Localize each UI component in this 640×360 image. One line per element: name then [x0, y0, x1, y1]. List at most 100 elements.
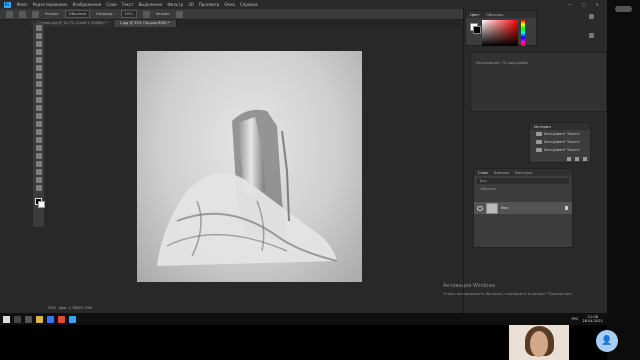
hue-slider[interactable]: [521, 20, 525, 46]
search-icon[interactable]: [14, 315, 21, 323]
mode-select[interactable]: Обычные: [64, 10, 91, 18]
menu-item-image[interactable]: Изображение: [70, 2, 104, 7]
resolution-text: Разрешение: 72 пикс/дюйм: [476, 61, 528, 65]
brush-tool-icon[interactable]: [6, 10, 13, 18]
move-tool-icon[interactable]: [35, 25, 42, 31]
lock-icon[interactable]: [565, 206, 568, 210]
call-control-icon[interactable]: [615, 6, 632, 12]
language-indicator[interactable]: РУС: [572, 317, 579, 321]
opacity-field[interactable]: 10%: [120, 10, 137, 18]
taskbar: РУС 21:08 28.04.2021: [0, 313, 607, 325]
layer-row[interactable]: Фон: [474, 202, 572, 214]
healing-tool-icon[interactable]: [35, 73, 42, 79]
tab-swatches[interactable]: Образцы: [486, 12, 504, 17]
history-brush-tool-icon[interactable]: [35, 97, 42, 103]
airbrush-icon[interactable]: [175, 10, 183, 18]
menu-item-file[interactable]: Файл: [14, 2, 30, 7]
camera-icon[interactable]: [575, 157, 579, 161]
photoshop-taskbar-icon[interactable]: [69, 315, 76, 323]
tab-layers[interactable]: Слои: [478, 170, 488, 175]
gradient-tool-icon[interactable]: [35, 113, 42, 119]
new-snapshot-icon[interactable]: [567, 157, 571, 161]
menu-item-view[interactable]: Просмотр: [196, 2, 222, 7]
eraser-tool-icon[interactable]: [35, 105, 42, 111]
lasso-tool-icon[interactable]: [35, 41, 42, 47]
tools-panel: [33, 23, 44, 227]
crop-tool-icon[interactable]: [35, 57, 42, 63]
menu-item-3d[interactable]: 3D: [186, 2, 197, 7]
file-explorer-icon[interactable]: [36, 315, 43, 323]
background-color-swatch[interactable]: [38, 201, 45, 208]
type-tool-icon[interactable]: [35, 145, 42, 151]
layer-filter[interactable]: Вид: [477, 178, 569, 184]
brush-history-icon: [536, 148, 542, 152]
minimize-button[interactable]: —: [568, 2, 572, 7]
chrome-icon[interactable]: [58, 315, 65, 323]
task-view-icon[interactable]: [25, 315, 32, 323]
maximize-button[interactable]: □: [582, 2, 586, 7]
browser-icon[interactable]: [47, 315, 54, 323]
stamp-tool-icon[interactable]: [35, 89, 42, 95]
color-panel: Цвет Образцы: [465, 10, 537, 46]
menu-item-edit[interactable]: Редактирование: [30, 2, 70, 7]
color-panel-header: Цвет Образцы: [466, 11, 536, 18]
pressure-opacity-icon[interactable]: [142, 10, 150, 18]
pen-tool-icon[interactable]: [35, 137, 42, 143]
drapery-drawing-image: [157, 109, 338, 266]
dodge-tool-icon[interactable]: [35, 129, 42, 135]
shape-tool-icon[interactable]: [35, 161, 42, 167]
close-button[interactable]: ✕: [596, 2, 599, 7]
color-picker-field[interactable]: [482, 20, 518, 46]
history-item[interactable]: Инструмент "Кисть": [530, 138, 590, 146]
blur-tool-icon[interactable]: [35, 121, 42, 127]
color-bg-swatch[interactable]: [473, 26, 481, 34]
brush-history-icon: [536, 140, 542, 144]
participant-avatar[interactable]: 👤: [596, 330, 618, 352]
marquee-tool-icon[interactable]: [35, 33, 42, 39]
quick-select-tool-icon[interactable]: [35, 49, 42, 55]
more-tools-icon[interactable]: [35, 185, 42, 191]
menu-item-layers[interactable]: Слои: [104, 2, 119, 7]
clock[interactable]: 21:08 28.04.2021: [582, 315, 603, 324]
history-item[interactable]: Инструмент "Кисть": [530, 130, 590, 138]
trash-icon[interactable]: [583, 157, 587, 161]
layer-name: Фон: [501, 206, 509, 210]
brush-tool-icon-toolbar[interactable]: [35, 81, 42, 87]
zoom-tool-icon[interactable]: [35, 177, 42, 183]
windows-start-icon[interactable]: [3, 315, 10, 323]
path-select-tool-icon[interactable]: [35, 153, 42, 159]
eye-icon[interactable]: [477, 205, 483, 211]
menu-item-window[interactable]: Окно: [222, 2, 238, 7]
adjustments-icon[interactable]: [588, 33, 594, 38]
tab-paths[interactable]: Контуры: [515, 170, 532, 175]
libraries-icon[interactable]: [588, 14, 594, 19]
menu-item-select[interactable]: Выделение: [136, 2, 165, 7]
history-header: История: [530, 123, 590, 130]
document-canvas[interactable]: [137, 51, 362, 282]
brush-settings-icon[interactable]: [32, 10, 39, 18]
tab-document-2[interactable]: 2.jpg @ 33% (Эр.рир.RGB) *: [113, 20, 177, 27]
menu-item-help[interactable]: Справка: [237, 2, 260, 7]
hand-tool-icon[interactable]: [35, 169, 42, 175]
history-title[interactable]: История: [534, 124, 551, 129]
menu-bar: Ps Файл Редактирование Изображение Слои …: [0, 0, 607, 9]
brush-history-icon: [536, 132, 542, 136]
video-call-sidebar: [607, 0, 640, 360]
history-item[interactable]: Инструмент "Кисть": [530, 146, 590, 154]
document-info[interactable]: Док: 1,78М/2,79М: [59, 306, 92, 310]
menu-item-text[interactable]: Текст: [119, 2, 136, 7]
blend-mode-select[interactable]: Обычные: [477, 186, 569, 192]
system-tray: РУС 21:08 28.04.2021: [572, 315, 607, 324]
flow-label: Нажим:: [155, 12, 170, 16]
zoom-level[interactable]: 33%: [48, 306, 56, 310]
menu-item-filter[interactable]: Фильтр: [165, 2, 186, 7]
brush-preset-icon[interactable]: [19, 10, 26, 18]
window-controls: — □ ✕: [568, 2, 607, 7]
tab-channels[interactable]: Каналы: [494, 170, 509, 175]
history-panel: История Инструмент "Кисть" Инструмент "К…: [529, 122, 591, 163]
eyedropper-tool-icon[interactable]: [35, 65, 42, 71]
screen: Ps Файл Редактирование Изображение Слои …: [0, 0, 607, 313]
tab-color[interactable]: Цвет: [470, 12, 480, 17]
history-footer: [567, 157, 587, 161]
photoshop-logo: Ps: [3, 1, 11, 8]
